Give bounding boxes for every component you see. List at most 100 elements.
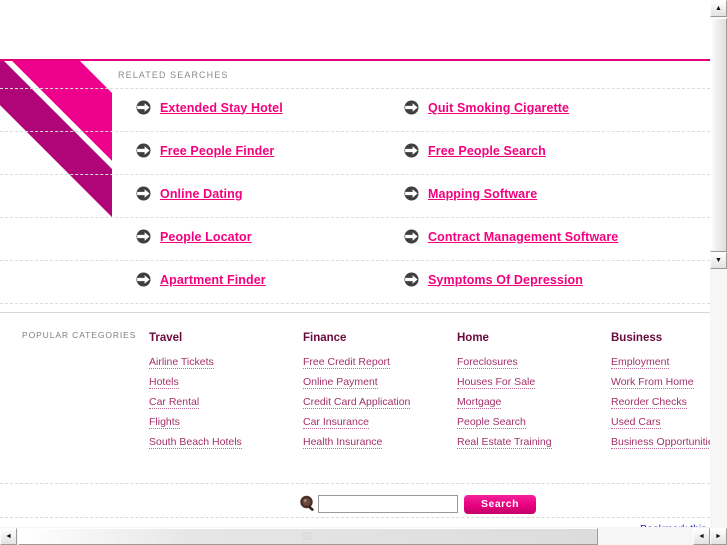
category-item: Foreclosures bbox=[457, 352, 607, 372]
category-item: Used Cars bbox=[611, 412, 710, 432]
arrow-right-circle-icon bbox=[404, 100, 419, 115]
search-button[interactable]: Search bbox=[464, 494, 536, 514]
category-column: Finance Free Credit Report Online Payment C… bbox=[303, 332, 453, 452]
search-input[interactable] bbox=[318, 495, 458, 513]
arrow-right-circle-icon bbox=[136, 100, 151, 115]
category-item: Mortgage bbox=[457, 392, 607, 412]
arrow-right-circle-icon bbox=[136, 143, 151, 158]
category-link[interactable]: Credit Card Application bbox=[303, 396, 411, 409]
category-item: Car Rental bbox=[149, 392, 299, 412]
related-search-row: People Locator Contract Management Softwa… bbox=[0, 218, 710, 261]
related-search-link[interactable]: Contract Management Software bbox=[428, 230, 618, 244]
related-search-item[interactable]: Free People Search bbox=[404, 143, 546, 158]
related-search-item[interactable]: Mapping Software bbox=[404, 186, 537, 201]
arrow-right-circle-icon bbox=[136, 186, 151, 201]
related-search-row: Apartment Finder Symptoms Of Depression bbox=[0, 261, 710, 304]
triangle-up-icon: ▲ bbox=[715, 5, 722, 12]
scrollbar-grip-icon bbox=[303, 532, 311, 539]
related-search-item[interactable]: Symptoms Of Depression bbox=[404, 272, 583, 287]
scroll-down-button[interactable]: ▼ bbox=[710, 252, 727, 269]
related-search-row: Extended Stay Hotel Quit Smoking Cigarett… bbox=[0, 88, 710, 132]
category-link[interactable]: Reorder Checks bbox=[611, 396, 687, 409]
category-link[interactable]: South Beach Hotels bbox=[149, 436, 242, 449]
scroll-right-button-inner[interactable]: ◄ bbox=[693, 528, 710, 545]
related-search-link[interactable]: Symptoms Of Depression bbox=[428, 273, 583, 287]
category-link[interactable]: Business Opportunities bbox=[611, 436, 710, 449]
category-column: Business Employment Work From Home Reorder … bbox=[611, 332, 710, 452]
category-link[interactable]: Car Rental bbox=[149, 396, 200, 409]
triangle-left-icon-2: ◄ bbox=[698, 533, 705, 540]
category-link[interactable]: Real Estate Training bbox=[457, 436, 552, 449]
related-search-item[interactable]: Extended Stay Hotel bbox=[136, 100, 283, 115]
category-heading: Travel bbox=[149, 332, 183, 344]
related-search-link[interactable]: Free People Finder bbox=[160, 144, 274, 158]
related-search-item[interactable]: Apartment Finder bbox=[136, 272, 266, 287]
category-link[interactable]: Airline Tickets bbox=[149, 356, 214, 369]
related-search-item[interactable]: Online Dating bbox=[136, 186, 243, 201]
scroll-left-button[interactable]: ◄ bbox=[0, 528, 17, 545]
scroll-up-button[interactable]: ▲ bbox=[710, 0, 727, 17]
category-item: Reorder Checks bbox=[611, 392, 710, 412]
category-item: Business Opportunities bbox=[611, 432, 710, 452]
category-item: People Search bbox=[457, 412, 607, 432]
related-searches-list: Extended Stay Hotel Quit Smoking Cigarett… bbox=[0, 88, 710, 304]
category-item: Work From Home bbox=[611, 372, 710, 392]
vertical-scrollbar-thumb[interactable] bbox=[710, 18, 727, 252]
related-search-row: Free People Finder Free People Search bbox=[0, 132, 710, 175]
related-search-link[interactable]: Apartment Finder bbox=[160, 273, 266, 287]
category-link[interactable]: Online Payment bbox=[303, 376, 378, 389]
horizontal-scrollbar-thumb[interactable] bbox=[18, 528, 598, 545]
arrow-right-circle-icon bbox=[404, 186, 419, 201]
category-link[interactable]: Houses For Sale bbox=[457, 376, 536, 389]
category-link[interactable]: Used Cars bbox=[611, 416, 661, 429]
category-column: Home Foreclosures Houses For Sale Mortgage P… bbox=[457, 332, 607, 452]
arrow-right-circle-icon bbox=[136, 229, 151, 244]
triangle-right-icon: ► bbox=[715, 533, 722, 540]
related-search-link[interactable]: Mapping Software bbox=[428, 187, 537, 201]
related-search-link[interactable]: People Locator bbox=[160, 230, 252, 244]
search-separator-bottom bbox=[0, 517, 710, 519]
related-search-link[interactable]: Free People Search bbox=[428, 144, 546, 158]
category-link[interactable]: People Search bbox=[457, 416, 526, 429]
related-search-link[interactable]: Extended Stay Hotel bbox=[160, 101, 283, 115]
category-link[interactable]: Free Credit Report bbox=[303, 356, 390, 369]
related-search-link[interactable]: Quit Smoking Cigarette bbox=[428, 101, 569, 115]
category-item: Flights bbox=[149, 412, 299, 432]
related-search-item[interactable]: People Locator bbox=[136, 229, 252, 244]
scroll-right-button[interactable]: ► bbox=[710, 528, 727, 545]
category-heading: Business bbox=[611, 332, 663, 344]
triangle-down-icon: ▼ bbox=[715, 257, 722, 264]
category-item: Houses For Sale bbox=[457, 372, 607, 392]
vertical-scrollbar[interactable]: ▲ ▼ bbox=[710, 0, 727, 527]
related-search-link[interactable]: Online Dating bbox=[160, 187, 243, 201]
category-item: Online Payment bbox=[303, 372, 453, 392]
horizontal-scrollbar[interactable]: ◄ ◄ ► bbox=[0, 527, 727, 545]
category-link[interactable]: Mortgage bbox=[457, 396, 502, 409]
category-item: Airline Tickets bbox=[149, 352, 299, 372]
category-link[interactable]: Health Insurance bbox=[303, 436, 383, 449]
related-search-item[interactable]: Free People Finder bbox=[136, 143, 274, 158]
category-link[interactable]: Employment bbox=[611, 356, 670, 369]
category-link[interactable]: Flights bbox=[149, 416, 180, 429]
category-item: Real Estate Training bbox=[457, 432, 607, 452]
related-search-row: Online Dating Mapping Software bbox=[0, 175, 710, 218]
category-heading: Home bbox=[457, 332, 489, 344]
category-link[interactable]: Foreclosures bbox=[457, 356, 518, 369]
category-link[interactable]: Car Insurance bbox=[303, 416, 369, 429]
category-item: Credit Card Application bbox=[303, 392, 453, 412]
magnifier-icon bbox=[298, 494, 318, 514]
category-item: Employment bbox=[611, 352, 710, 372]
category-link[interactable]: Work From Home bbox=[611, 376, 694, 389]
arrow-right-circle-icon bbox=[404, 143, 419, 158]
categories-divider bbox=[0, 312, 710, 313]
category-column: Travel Airline Tickets Hotels Car Rental Fli… bbox=[149, 332, 299, 452]
related-search-item[interactable]: Contract Management Software bbox=[404, 229, 618, 244]
category-item: South Beach Hotels bbox=[149, 432, 299, 452]
popular-categories-columns: Travel Airline Tickets Hotels Car Rental Fli… bbox=[0, 332, 710, 449]
category-item: Car Insurance bbox=[303, 412, 453, 432]
related-search-item[interactable]: Quit Smoking Cigarette bbox=[404, 100, 569, 115]
category-link[interactable]: Hotels bbox=[149, 376, 179, 389]
page-content: RELATED SEARCHES Extended Stay Hotel Quit… bbox=[0, 0, 710, 527]
top-white-band bbox=[0, 0, 710, 60]
related-searches-label: RELATED SEARCHES bbox=[118, 70, 229, 80]
